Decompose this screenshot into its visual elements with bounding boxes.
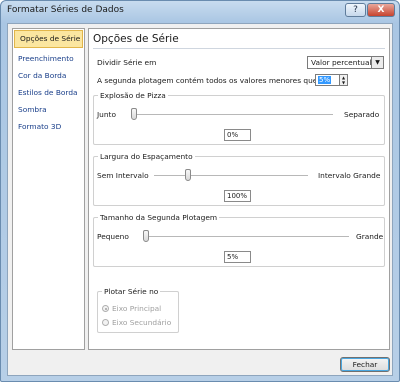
- second-plot-size-group: Tamanho da Segunda Plotagem Pequeno Gran…: [93, 213, 385, 267]
- second-plot-size-value-input[interactable]: 5%: [224, 251, 251, 263]
- secondary-axis-radio[interactable]: [102, 319, 109, 326]
- spin-down-icon[interactable]: ▼: [340, 80, 347, 85]
- dialog-client: Opções de Série Preenchimento Cor da Bor…: [7, 23, 393, 376]
- second-plot-size-slider-thumb[interactable]: [143, 230, 149, 242]
- primary-axis-label: Eixo Principal: [112, 304, 162, 313]
- close-button[interactable]: Fechar: [340, 357, 390, 372]
- explosion-slider-thumb[interactable]: [131, 108, 137, 120]
- dialog-window: Formatar Séries de Dados ? X Opções de S…: [0, 0, 400, 382]
- nav-item-border-color[interactable]: Cor da Borda: [13, 67, 84, 84]
- gap-width-group: Largura do Espaçamento Sem Intervalo Int…: [93, 152, 385, 206]
- gap-width-value-input[interactable]: 100%: [224, 190, 251, 202]
- second-plot-size-min-label: Pequeno: [97, 232, 129, 241]
- nav-item-fill[interactable]: Preenchimento: [13, 50, 84, 67]
- gap-width-slider-track[interactable]: [154, 175, 308, 177]
- secondary-axis-option[interactable]: Eixo Secundário: [102, 318, 171, 327]
- gap-width-title: Largura do Espaçamento: [98, 152, 195, 161]
- explosion-value-input[interactable]: 0%: [224, 129, 251, 141]
- second-plot-value: 5%: [318, 76, 332, 84]
- plot-series-on-title: Plotar Série no: [102, 287, 161, 296]
- second-plot-size-title: Tamanho da Segunda Plotagem: [98, 213, 220, 222]
- secondary-axis-label: Eixo Secundário: [112, 318, 172, 327]
- primary-axis-radio[interactable]: [102, 305, 109, 312]
- split-series-dropdown[interactable]: Valor percentual ▼: [307, 56, 384, 69]
- help-button[interactable]: ?: [345, 3, 366, 17]
- category-list: Opções de Série Preenchimento Cor da Bor…: [12, 28, 85, 350]
- chevron-down-icon[interactable]: ▼: [371, 57, 383, 68]
- nav-item-3d-format[interactable]: Formato 3D: [13, 118, 84, 135]
- explosion-slider-track[interactable]: [131, 114, 333, 116]
- series-options-panel: Opções de Série Dividir Série em Valor p…: [88, 28, 390, 350]
- window-title: Formatar Séries de Dados: [7, 5, 124, 15]
- explosion-min-label: Junto: [97, 110, 116, 119]
- primary-axis-option[interactable]: Eixo Principal: [102, 304, 161, 313]
- plot-series-on-group: Plotar Série no Eixo Principal Eixo Secu…: [97, 287, 179, 333]
- split-series-label: Dividir Série em: [97, 58, 157, 67]
- nav-item-shadow[interactable]: Sombra: [13, 101, 84, 118]
- second-plot-label: A segunda plotagem contém todos os valor…: [97, 76, 318, 85]
- second-plot-spinner[interactable]: ▲ ▼: [339, 74, 348, 86]
- nav-item-series-options[interactable]: Opções de Série: [14, 30, 83, 48]
- nav-item-border-styles[interactable]: Estilos de Borda: [13, 84, 84, 101]
- window-close-button[interactable]: X: [367, 3, 395, 17]
- explosion-title: Explosão de Pizza: [98, 91, 168, 100]
- title-bar[interactable]: Formatar Séries de Dados ? X: [1, 1, 399, 21]
- explosion-group: Explosão de Pizza Junto Separado 0%: [93, 91, 385, 145]
- explosion-max-label: Separado: [344, 110, 380, 119]
- second-plot-size-max-label: Grande: [356, 232, 384, 241]
- title-divider: [93, 48, 385, 49]
- split-series-value: Valor percentual: [311, 58, 372, 67]
- gap-width-max-label: Intervalo Grande: [318, 171, 381, 180]
- gap-width-min-label: Sem Intervalo: [97, 171, 149, 180]
- second-plot-size-slider-track[interactable]: [143, 236, 349, 238]
- gap-width-slider-thumb[interactable]: [185, 169, 191, 181]
- panel-title: Opções de Série: [93, 33, 179, 45]
